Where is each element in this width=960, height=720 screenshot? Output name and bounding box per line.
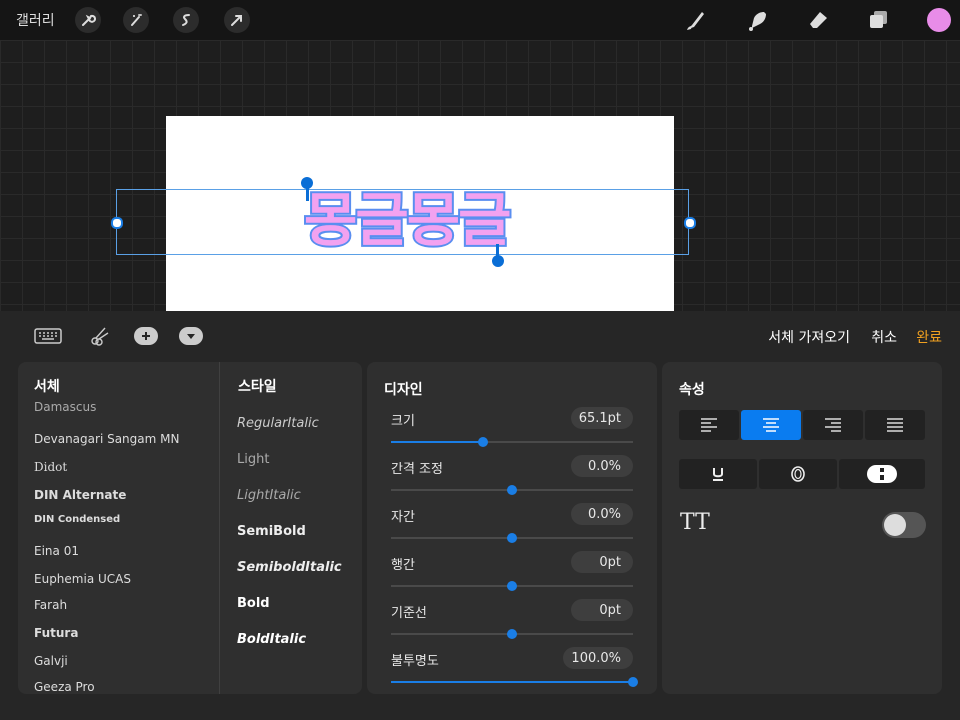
- selection-start-caret: [306, 187, 309, 201]
- eraser-icon[interactable]: [806, 8, 830, 36]
- font-item[interactable]: Damascus: [34, 400, 96, 414]
- font-item[interactable]: DIN Alternate: [34, 488, 126, 502]
- align-justify-button[interactable]: [865, 410, 925, 440]
- design-row-value[interactable]: 0.0%: [571, 455, 633, 477]
- style-item[interactable]: LightItalic: [237, 488, 301, 503]
- style-list[interactable]: RegularItalic Light LightItalic SemiBold…: [219, 398, 362, 694]
- arrow-transform-icon[interactable]: [224, 7, 250, 33]
- font-item[interactable]: Farah: [34, 598, 67, 612]
- align-right-icon: [825, 418, 841, 432]
- done-button[interactable]: 완료: [916, 327, 942, 347]
- slider-knob[interactable]: [477, 437, 488, 447]
- vertical-text-icon: [867, 465, 897, 483]
- style-item[interactable]: RegularItalic: [237, 416, 319, 431]
- font-item[interactable]: DIN Condensed: [34, 514, 120, 525]
- style-item[interactable]: SemiBold: [237, 524, 306, 539]
- font-item[interactable]: Didot: [34, 460, 67, 474]
- design-slider[interactable]: [391, 629, 633, 639]
- design-row-label: 불투명도: [391, 654, 439, 669]
- all-caps-label: TT: [680, 510, 710, 535]
- slider-knob[interactable]: [507, 533, 517, 543]
- design-row-value[interactable]: 65.1pt: [571, 407, 633, 429]
- all-caps-toggle[interactable]: [882, 512, 926, 538]
- scissors-icon[interactable]: [89, 325, 111, 347]
- brush-icon[interactable]: [684, 8, 708, 36]
- font-item[interactable]: Geeza Pro: [34, 680, 95, 694]
- font-item[interactable]: Eina 01: [34, 544, 79, 558]
- color-swatch[interactable]: [927, 8, 951, 32]
- resize-handle-left[interactable]: [111, 217, 123, 229]
- canvas-text[interactable]: 몽글몽글: [302, 182, 513, 258]
- design-slider[interactable]: [391, 581, 633, 591]
- slider-knob[interactable]: [507, 629, 517, 639]
- design-slider[interactable]: [391, 485, 633, 495]
- align-left-button[interactable]: [679, 410, 739, 440]
- magic-wand-icon[interactable]: [123, 7, 149, 33]
- font-item[interactable]: Euphemia UCAS: [34, 572, 131, 586]
- design-row-value[interactable]: 100.0%: [563, 647, 633, 669]
- selection-end-handle[interactable]: [492, 255, 504, 267]
- import-font-button[interactable]: 서체 가져오기: [768, 327, 850, 347]
- align-left-icon: [701, 418, 717, 432]
- resize-handle-right[interactable]: [684, 217, 696, 229]
- font-list[interactable]: Damascus Devanagari Sangam MN Didot DIN …: [18, 398, 219, 694]
- style-item[interactable]: Bold: [237, 596, 270, 611]
- slider-knob[interactable]: [628, 677, 638, 687]
- smudge-icon[interactable]: [746, 8, 770, 36]
- keyboard-icon[interactable]: [34, 325, 62, 347]
- design-slider[interactable]: [391, 677, 638, 687]
- design-slider[interactable]: [391, 437, 633, 447]
- align-center-button[interactable]: [741, 410, 801, 440]
- outline-button[interactable]: [759, 459, 837, 489]
- layers-icon[interactable]: [866, 8, 890, 36]
- attributes-card: 속성 TT: [662, 362, 942, 694]
- design-row-value[interactable]: 0pt: [571, 599, 633, 621]
- cancel-button[interactable]: 취소: [871, 327, 897, 347]
- slider-knob[interactable]: [507, 581, 517, 591]
- font-list-title: 서체: [34, 379, 60, 395]
- design-row-value[interactable]: 0pt: [571, 551, 633, 573]
- text-edit-panel: 서체 가져오기 취소 완료 서체 스타일 Damascus Devanagari…: [0, 311, 960, 720]
- font-card: 서체 스타일 Damascus Devanagari Sangam MN Did…: [18, 362, 362, 694]
- vertical-text-button[interactable]: [839, 459, 925, 489]
- design-row-label: 자간: [391, 510, 415, 525]
- outline-icon: [791, 466, 805, 482]
- plus-icon[interactable]: [134, 327, 158, 345]
- slider-fill: [391, 441, 483, 443]
- slider-knob[interactable]: [507, 485, 517, 495]
- font-item[interactable]: Futura: [34, 626, 78, 640]
- align-right-button[interactable]: [803, 410, 863, 440]
- design-row-value[interactable]: 0.0%: [571, 503, 633, 525]
- top-toolbar: 갤러리: [0, 0, 960, 40]
- chevron-down-icon[interactable]: [179, 327, 203, 345]
- design-title: 디자인: [384, 382, 423, 398]
- style-item[interactable]: BoldItalic: [237, 632, 306, 647]
- align-center-icon: [763, 418, 779, 432]
- style-list-title: 스타일: [238, 379, 277, 395]
- design-row-label: 크기: [391, 414, 415, 429]
- panel-toolbar: 서체 가져오기 취소 완료: [0, 311, 960, 361]
- design-row-label: 행간: [391, 558, 415, 573]
- style-item[interactable]: Light: [237, 452, 269, 467]
- align-justify-icon: [887, 418, 903, 432]
- design-row-label: 간격 조정: [391, 462, 443, 477]
- style-item[interactable]: SemiboldItalic: [237, 560, 342, 575]
- slider-fill: [391, 681, 633, 683]
- gallery-button[interactable]: 갤러리: [16, 10, 55, 30]
- design-row-label: 기준선: [391, 606, 427, 621]
- selection-s-icon[interactable]: [173, 7, 199, 33]
- font-item[interactable]: Galvji: [34, 654, 68, 668]
- underline-icon: [713, 468, 723, 481]
- wrench-icon[interactable]: [75, 7, 101, 33]
- underline-button[interactable]: [679, 459, 757, 489]
- toggle-knob: [884, 514, 906, 536]
- design-card: 디자인 크기 65.1pt 간격 조정 0.0% 자간 0.0% 행간 0pt 기준선 0pt 불투…: [367, 362, 657, 694]
- font-item[interactable]: Devanagari Sangam MN: [34, 432, 179, 446]
- attributes-title: 속성: [679, 382, 705, 398]
- design-slider[interactable]: [391, 533, 633, 543]
